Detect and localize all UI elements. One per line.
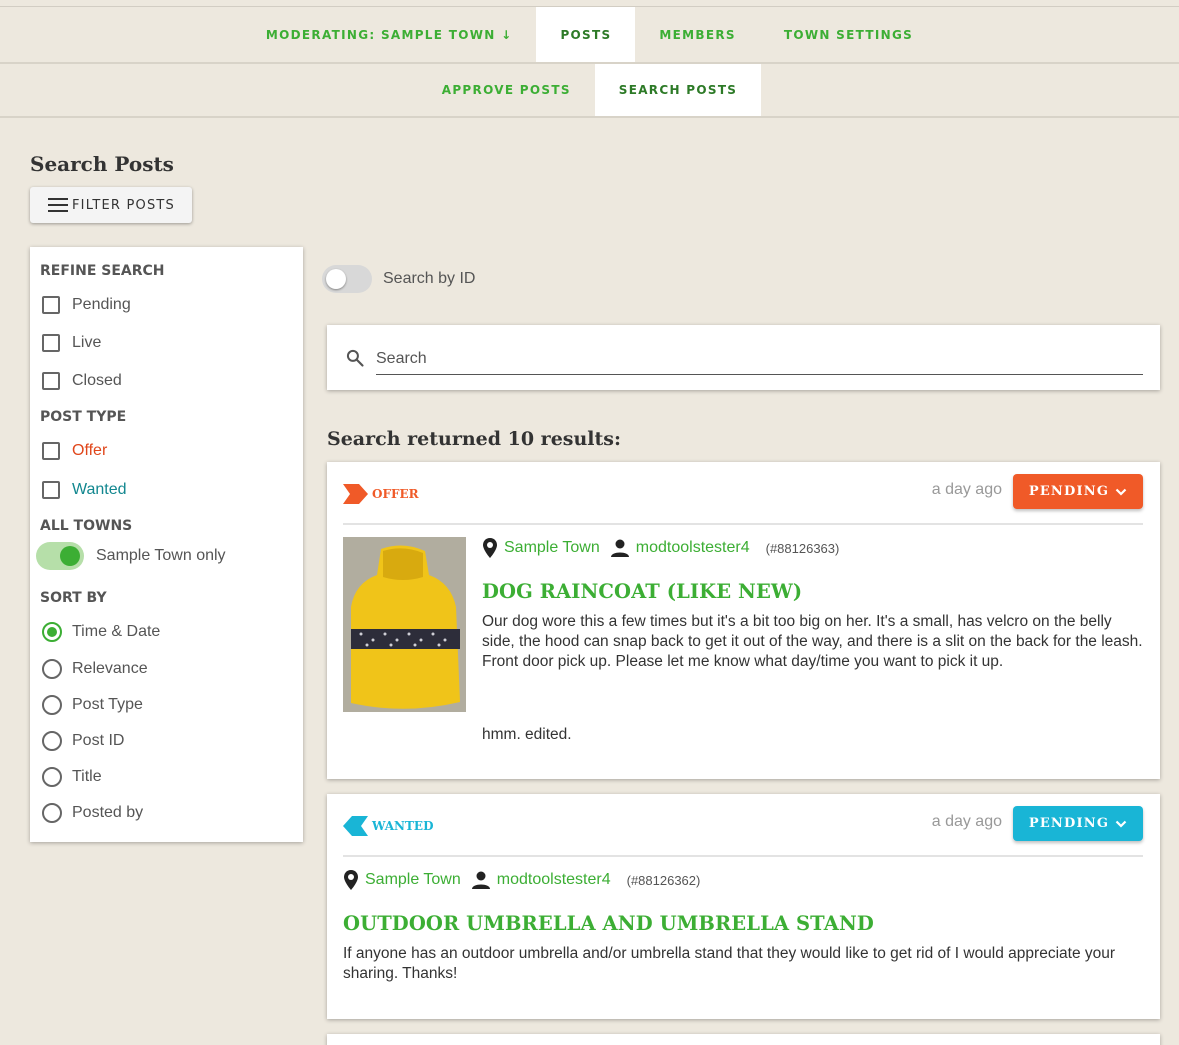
status-dropdown-button[interactable]: PENDING	[1013, 474, 1143, 509]
main-nav: MODERATING: SAMPLE TOWN ↓ POSTS MEMBERS …	[0, 7, 1179, 64]
pending-label: Pending	[72, 296, 131, 313]
post-id: (#88126363)	[765, 540, 840, 556]
sort-posted-by-radio[interactable]	[42, 803, 62, 823]
live-checkbox[interactable]	[42, 334, 60, 352]
user-icon	[471, 871, 490, 889]
post-title-link[interactable]: DOG RAINCOAT (LIKE NEW)	[482, 580, 802, 603]
sort-time-date[interactable]: Time & Date	[42, 622, 160, 642]
location-pin-icon	[344, 870, 358, 890]
sort-post-id-label: Post ID	[72, 732, 125, 749]
wanted-label: Wanted	[72, 481, 127, 498]
wanted-arrow-icon	[343, 816, 368, 836]
all-towns-title: ALL TOWNS	[40, 518, 133, 534]
refine-sidebar: REFINE SEARCH Pending Live Closed POST T…	[30, 247, 303, 842]
sort-post-id[interactable]: Post ID	[42, 731, 124, 751]
post-type-wanted: WANTED	[343, 816, 433, 836]
chevron-down-icon	[1115, 820, 1127, 828]
post-type-title: POST TYPE	[40, 409, 127, 425]
user-icon	[610, 539, 629, 557]
sort-post-type[interactable]: Post Type	[42, 695, 143, 715]
post-note: hmm. edited.	[482, 726, 572, 743]
post-town-link[interactable]: Sample Town	[365, 871, 461, 889]
post-time: a day ago	[931, 813, 1002, 830]
nav-members[interactable]: MEMBERS	[635, 7, 759, 62]
filter-offer[interactable]: Offer	[42, 442, 107, 460]
post-time: a day ago	[931, 481, 1002, 498]
post-id: (#88126362)	[626, 872, 701, 888]
status-label: PENDING	[1028, 816, 1110, 831]
post-card: WANTED a day ago PENDING Sample Town mod…	[327, 794, 1160, 1019]
sort-relevance[interactable]: Relevance	[42, 659, 148, 679]
search-by-id-label: Search by ID	[383, 270, 476, 287]
nav-moderating-town[interactable]: MODERATING: SAMPLE TOWN ↓	[242, 7, 537, 62]
raincoat-image	[343, 537, 466, 712]
pending-checkbox[interactable]	[42, 296, 60, 314]
results-title: Search returned 10 results:	[327, 428, 621, 450]
nav-town-settings[interactable]: TOWN SETTINGS	[760, 7, 937, 62]
refine-search-title: REFINE SEARCH	[40, 263, 165, 279]
top-strip	[0, 0, 1179, 7]
offer-arrow-icon	[343, 484, 368, 504]
sort-time-date-radio[interactable]	[42, 622, 62, 642]
divider	[343, 855, 1143, 857]
post-town-link[interactable]: Sample Town	[504, 539, 600, 557]
filter-closed[interactable]: Closed	[42, 372, 122, 390]
status-label: PENDING	[1028, 484, 1110, 499]
town-only-toggle[interactable]	[36, 542, 84, 570]
post-type-label: OFFER	[372, 487, 419, 501]
nav-posts[interactable]: POSTS	[536, 7, 636, 62]
filter-wanted[interactable]: Wanted	[42, 481, 127, 499]
search-icon	[346, 349, 364, 367]
post-description: If anyone has an outdoor umbrella and/or…	[343, 945, 1116, 982]
wanted-checkbox[interactable]	[42, 481, 60, 499]
page-title: Search Posts	[30, 152, 174, 176]
sort-relevance-radio[interactable]	[42, 659, 62, 679]
location-pin-icon	[483, 538, 497, 558]
sort-relevance-label: Relevance	[72, 660, 148, 677]
offer-checkbox[interactable]	[42, 442, 60, 460]
status-dropdown-button[interactable]: PENDING	[1013, 806, 1143, 841]
closed-label: Closed	[72, 372, 122, 389]
search-card	[327, 325, 1160, 390]
sort-post-type-radio[interactable]	[42, 695, 62, 715]
sort-post-type-label: Post Type	[72, 696, 143, 713]
town-only-label: Sample Town only	[96, 547, 226, 564]
sort-posted-by[interactable]: Posted by	[42, 803, 143, 823]
nav-search-posts[interactable]: SEARCH POSTS	[594, 64, 762, 116]
post-card	[327, 1034, 1160, 1045]
post-title-link[interactable]: OUTDOOR UMBRELLA AND UMBRELLA STAND	[343, 912, 874, 935]
sort-title[interactable]: Title	[42, 767, 102, 787]
post-meta: Sample Town modtoolstester4 (#88126362)	[343, 869, 700, 891]
post-type-label: WANTED	[372, 819, 434, 833]
filter-posts-label: FILTER POSTS	[72, 197, 176, 213]
filter-pending[interactable]: Pending	[42, 296, 131, 314]
sort-time-date-label: Time & Date	[72, 623, 161, 640]
post-description: Our dog wore this a few times but it's a…	[482, 613, 1143, 670]
sub-nav: APPROVE POSTS SEARCH POSTS	[0, 64, 1179, 118]
post-user-link[interactable]: modtoolstester4	[497, 871, 611, 889]
filter-live[interactable]: Live	[42, 334, 101, 352]
filter-posts-button[interactable]: FILTER POSTS	[30, 187, 192, 223]
offer-label: Offer	[72, 442, 108, 459]
menu-icon	[48, 198, 68, 212]
divider	[343, 523, 1143, 525]
sort-title-radio[interactable]	[42, 767, 62, 787]
post-image-dog-raincoat[interactable]	[343, 537, 466, 712]
post-card: OFFER a day ago PENDING Sample Town modt…	[327, 462, 1160, 779]
nav-approve-posts[interactable]: APPROVE POSTS	[418, 64, 595, 116]
sort-by-title: SORT BY	[40, 590, 107, 606]
sort-title-label: Title	[72, 768, 102, 785]
post-type-offer: OFFER	[343, 484, 419, 504]
chevron-down-icon	[1115, 488, 1127, 496]
live-label: Live	[72, 334, 102, 351]
sort-post-id-radio[interactable]	[42, 731, 62, 751]
search-by-id-toggle[interactable]	[322, 264, 372, 294]
search-input[interactable]	[376, 344, 1143, 375]
closed-checkbox[interactable]	[42, 372, 60, 390]
post-meta: Sample Town modtoolstester4 (#88126363)	[482, 537, 839, 559]
sort-posted-by-label: Posted by	[72, 804, 144, 821]
post-user-link[interactable]: modtoolstester4	[636, 539, 750, 557]
